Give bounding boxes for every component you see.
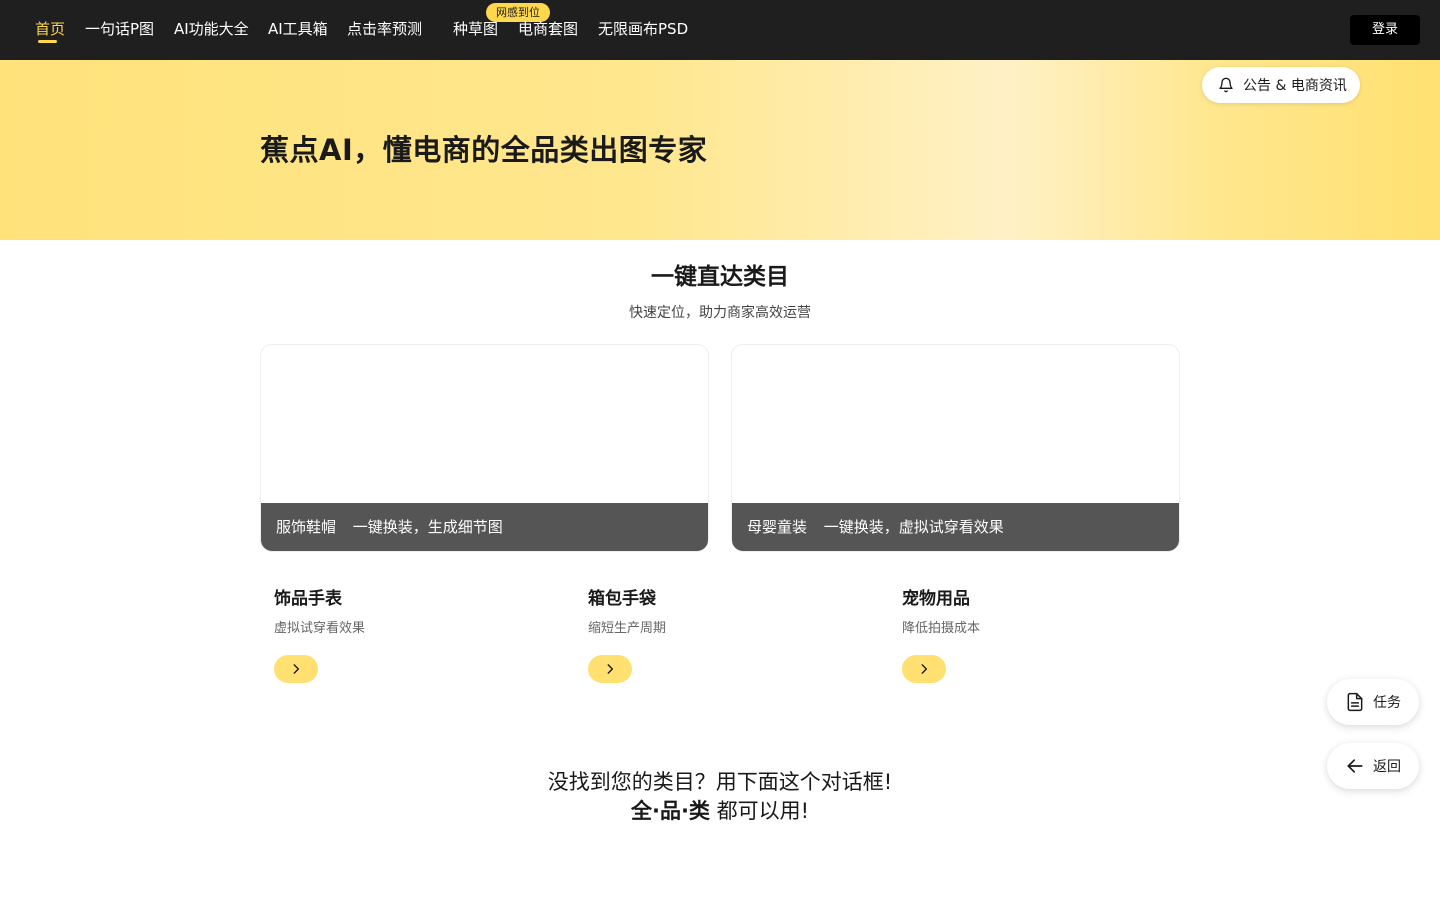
top-nav-bar: 首页 一句话P图 AI功能大全 AI工具箱 点击率预测 种草图 网感到位 电商套… — [0, 0, 1440, 60]
bell-icon — [1219, 77, 1233, 93]
category-card-apparel[interactable]: 服饰鞋帽 一键换装，生成细节图 — [260, 344, 709, 552]
category-item-title: 饰品手表 — [274, 589, 342, 609]
category-item-title: 宠物用品 — [902, 589, 970, 609]
chevron-right-icon — [293, 664, 300, 674]
category-desc: 一键换装，虚拟试穿看效果 — [823, 518, 1004, 536]
category-item-desc: 缩短生产周期 — [588, 621, 667, 636]
category-item-go-button[interactable] — [274, 655, 318, 683]
category-item-desc: 降低拍摄成本 — [902, 621, 981, 636]
nav-item-ai-toolbox[interactable]: AI工具箱 — [268, 19, 328, 39]
chevron-right-icon — [607, 664, 614, 674]
category-item-title: 箱包手袋 — [588, 589, 656, 609]
nav-item-one-sentence-edit[interactable]: 一句话P图 — [85, 19, 154, 39]
category-item-go-button[interactable] — [902, 655, 946, 683]
nav-active-indicator — [38, 40, 57, 43]
category-name: 服饰鞋帽 — [276, 518, 337, 536]
task-label: 任务 — [1373, 695, 1401, 711]
arrow-left-icon — [1347, 759, 1363, 773]
category-card-caption: 母婴童装 一键换装，虚拟试穿看效果 — [732, 503, 1179, 551]
category-item-go-button[interactable] — [588, 655, 632, 683]
category-card-maternity-kids[interactable]: 母婴童装 一键换装，虚拟试穿看效果 — [731, 344, 1180, 552]
hero-banner: 蕉点AI，懂电商的全品类出图专家 公告 & 电商资讯 — [0, 60, 1440, 240]
chevron-right-icon — [921, 664, 928, 674]
notice-news-label: 公告 & 电商资讯 — [1243, 78, 1347, 94]
document-icon — [1347, 692, 1363, 712]
all-categories-emphasis: 全·品·类 — [630, 799, 710, 823]
nav-item-ctr-prediction[interactable]: 点击率预测 — [347, 19, 422, 39]
back-label: 返回 — [1373, 759, 1401, 775]
nav-item-home[interactable]: 首页 — [35, 19, 65, 39]
bottom-prompt-line1: 没找到您的类目？用下面这个对话框! — [547, 770, 893, 794]
category-card-caption: 服饰鞋帽 一键换装，生成细节图 — [261, 503, 708, 551]
notice-news-button[interactable]: 公告 & 电商资讯 — [1202, 67, 1360, 103]
category-item-desc: 虚拟试穿看效果 — [274, 621, 366, 636]
bottom-prompt-line2: 全·品·类 都可以用! — [0, 797, 1440, 825]
hero-title: 蕉点AI，懂电商的全品类出图专家 — [260, 133, 708, 167]
section-subtitle: 快速定位，助力商家高效运营 — [629, 305, 811, 321]
login-button[interactable]: 登录 — [1350, 15, 1420, 45]
nav-item-infinite-canvas-psd[interactable]: 无限画布PSD — [598, 19, 688, 39]
bottom-prompt-line2-rest: 都可以用! — [709, 799, 810, 823]
nav-item-seeding-image[interactable]: 种草图 — [453, 19, 498, 39]
back-float-button[interactable]: 返回 — [1327, 743, 1419, 789]
section-title: 一键直达类目 — [651, 264, 789, 290]
nav-item-ecommerce-set[interactable]: 电商套图 — [518, 19, 578, 39]
category-desc: 一键换装，生成细节图 — [352, 518, 503, 536]
category-item-jewelry-watches: 饰品手表 虚拟试穿看效果 — [274, 588, 474, 683]
category-item-pet-supplies: 宠物用品 降低拍摄成本 — [902, 588, 1102, 683]
task-float-button[interactable]: 任务 — [1327, 679, 1419, 725]
category-item-bags: 箱包手袋 缩短生产周期 — [588, 588, 788, 683]
nav-item-ai-features[interactable]: AI功能大全 — [174, 19, 249, 39]
category-name: 母婴童装 — [747, 518, 808, 536]
